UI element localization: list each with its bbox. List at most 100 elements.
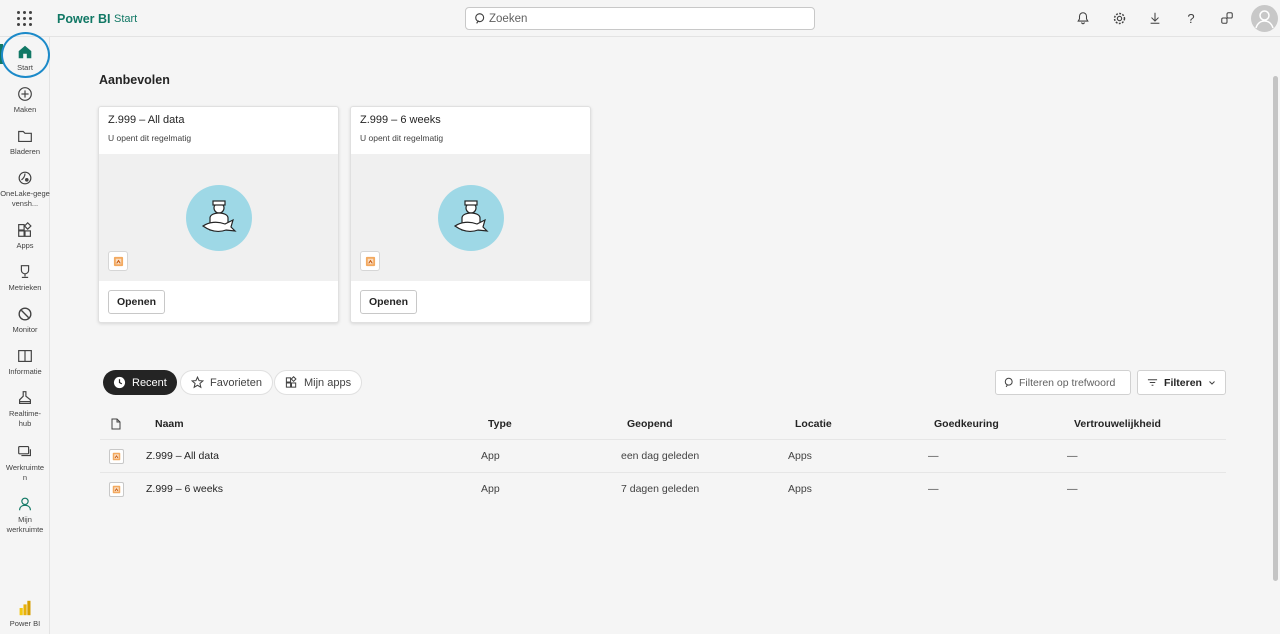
- fisherman-illustration-icon: [438, 185, 504, 251]
- column-header-locatie[interactable]: Locatie: [795, 418, 832, 430]
- highlight-ring: [1, 32, 50, 78]
- notifications-bell-icon[interactable]: [1075, 10, 1091, 26]
- nav-label: Realtime-hub: [8, 409, 42, 428]
- tab-label: Recent: [132, 376, 167, 389]
- card-subtitle: U opent dit regelmatig: [108, 133, 192, 143]
- column-header-geopend[interactable]: Geopend: [627, 418, 673, 430]
- column-header-type[interactable]: Type: [488, 418, 512, 430]
- row-type: App: [481, 450, 500, 462]
- column-header-vertrouwelijkheid[interactable]: Vertrouwelijkheid: [1074, 418, 1161, 430]
- nav-label: Apps: [16, 241, 34, 250]
- download-icon[interactable]: [1147, 10, 1163, 26]
- trophy-icon: [20, 265, 30, 278]
- file-type-icon: [111, 418, 121, 430]
- book-icon: [18, 350, 32, 362]
- brand-name[interactable]: Power BI: [57, 12, 111, 26]
- vertical-scrollbar[interactable]: [1273, 76, 1278, 581]
- open-button[interactable]: Openen: [108, 290, 165, 314]
- app-icon: [360, 251, 380, 271]
- app-icon: [109, 449, 124, 464]
- folder-icon: [18, 130, 32, 142]
- app-launcher-icon[interactable]: [17, 11, 33, 27]
- nav-label: Mijn werkruimte: [6, 515, 44, 534]
- recommended-card[interactable]: Z.999 – All data U opent dit regelmatig …: [98, 106, 339, 323]
- monitor-icon: [18, 307, 32, 321]
- nav-label: Maken: [13, 105, 37, 114]
- nav-label: Power BI: [9, 619, 41, 628]
- section-title-recommended: Aanbevolen: [99, 73, 170, 87]
- nav-item-werkruimten[interactable]: Werkruimten: [0, 443, 50, 483]
- fisherman-illustration-icon: [186, 185, 252, 251]
- nav-item-metrieken[interactable]: Metrieken: [0, 263, 50, 293]
- row-approval: —: [928, 450, 939, 462]
- left-navigation: Start Maken Bladeren OneLake-gegevensh..…: [0, 37, 50, 634]
- column-header-goedkeuring[interactable]: Goedkeuring: [934, 418, 999, 430]
- search-input[interactable]: [489, 10, 809, 28]
- app-icon: [108, 251, 128, 271]
- top-bar: Power BI Start ?: [0, 0, 1280, 37]
- app-icon: [109, 482, 124, 497]
- help-question-icon[interactable]: ?: [1183, 10, 1199, 26]
- table-row[interactable]: Z.999 – All data App een dag geleden App…: [100, 439, 1226, 472]
- share-feedback-icon[interactable]: [1219, 10, 1235, 26]
- nav-item-maken[interactable]: Maken: [0, 85, 50, 115]
- row-name-link[interactable]: Z.999 – 6 weeks: [146, 483, 223, 495]
- nav-item-onelake[interactable]: OneLake-gegevensh...: [0, 169, 50, 209]
- person-silhouette-icon: [1255, 10, 1274, 29]
- nav-item-powerbi-switcher[interactable]: Power BI: [0, 599, 50, 629]
- open-button[interactable]: Openen: [360, 290, 417, 314]
- row-location: Apps: [788, 450, 812, 462]
- search-icon: [475, 13, 485, 24]
- row-location: Apps: [788, 483, 812, 495]
- filter-button[interactable]: Filteren: [1137, 370, 1226, 395]
- nav-item-apps[interactable]: Apps: [0, 221, 50, 251]
- row-sensitivity: —: [1067, 450, 1078, 462]
- card-title[interactable]: Z.999 – All data: [108, 114, 184, 126]
- filter-lines-icon: [1147, 379, 1158, 386]
- row-approval: —: [928, 483, 939, 495]
- nav-label: Werkruimten: [5, 463, 45, 482]
- search-box[interactable]: [465, 7, 815, 30]
- row-type: App: [481, 483, 500, 495]
- tab-mijn-apps[interactable]: Mijn apps: [274, 370, 363, 395]
- nav-item-realtime-hub[interactable]: Realtime-hub: [0, 389, 50, 429]
- nav-label: Monitor: [12, 325, 38, 334]
- search-icon: [1004, 377, 1013, 388]
- card-title[interactable]: Z.999 – 6 weeks: [360, 114, 441, 126]
- row-opened: 7 dagen geleden: [621, 483, 700, 495]
- tab-favorieten[interactable]: Favorieten: [180, 370, 273, 395]
- clock-icon: [113, 376, 126, 389]
- column-header-naam[interactable]: Naam: [155, 418, 184, 430]
- row-name-link[interactable]: Z.999 – All data: [146, 450, 219, 462]
- card-thumbnail[interactable]: [99, 154, 338, 281]
- plus-circle-icon: [18, 87, 32, 101]
- nav-label: Bladeren: [9, 147, 41, 156]
- person-icon: [19, 497, 31, 511]
- row-opened: een dag geleden: [621, 450, 700, 462]
- row-sensitivity: —: [1067, 483, 1078, 495]
- card-thumbnail[interactable]: [351, 154, 590, 281]
- table-row[interactable]: Z.999 – 6 weeks App 7 dagen geleden Apps…: [100, 472, 1226, 505]
- nav-label: Informatie: [8, 367, 42, 376]
- nav-item-bladeren[interactable]: Bladeren: [0, 127, 50, 157]
- settings-gear-icon[interactable]: [1111, 10, 1127, 26]
- onelake-icon: [18, 171, 32, 185]
- apps-icon: [18, 221, 32, 237]
- tab-recent[interactable]: Recent: [103, 370, 177, 395]
- tab-label: Mijn apps: [304, 376, 352, 389]
- keyword-filter-input[interactable]: [1019, 375, 1127, 391]
- workspaces-icon: [18, 446, 31, 457]
- nav-item-monitor[interactable]: Monitor: [0, 305, 50, 335]
- recommended-card[interactable]: Z.999 – 6 weeks U opent dit regelmatig O…: [350, 106, 591, 323]
- nav-item-mijn-werkruimte[interactable]: Mijn werkruimte: [0, 495, 50, 535]
- realtime-icon: [19, 391, 31, 404]
- apps-icon: [285, 376, 297, 388]
- card-subtitle: U opent dit regelmatig: [360, 133, 444, 143]
- nav-item-informatie[interactable]: Informatie: [0, 347, 50, 377]
- powerbi-logo-icon: [19, 600, 31, 616]
- nav-label: OneLake-gegevensh...: [0, 189, 50, 208]
- user-avatar[interactable]: [1251, 5, 1278, 32]
- tab-label: Favorieten: [210, 376, 262, 389]
- keyword-filter[interactable]: [995, 370, 1131, 395]
- chevron-down-icon: [1209, 380, 1215, 385]
